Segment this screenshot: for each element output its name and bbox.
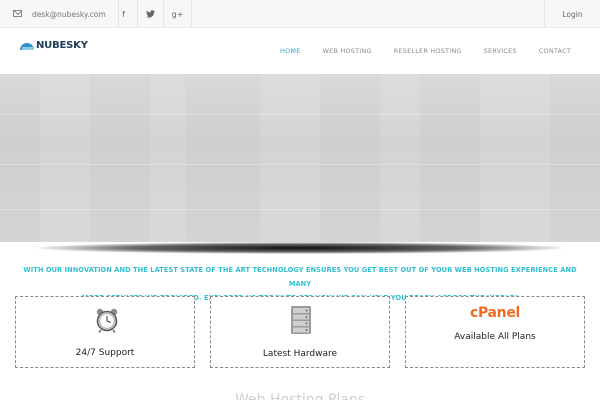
hero-rack-shade	[480, 74, 550, 242]
site-logo[interactable]: NUBESKY	[20, 40, 88, 51]
nav-services[interactable]: SERVICES	[473, 47, 528, 55]
feature-box-cpanel: cPanel Available All Plans	[405, 296, 585, 368]
nav-reseller-hosting[interactable]: RESELLER HOSTING	[383, 47, 473, 55]
nav-menu: HOME WEB HOSTING RESELLER HOSTING SERVIC…	[269, 28, 582, 74]
nav-home[interactable]: HOME	[269, 47, 312, 55]
email-text: desk@nubesky.com	[32, 9, 106, 19]
hero-shadow	[0, 242, 600, 260]
nav-web-hosting[interactable]: WEB HOSTING	[312, 47, 383, 55]
facebook-icon[interactable]: f	[110, 0, 138, 28]
feature-box-support: 24/7 Support	[15, 296, 195, 368]
top-bar: desk@nubesky.com f g+ Login	[0, 0, 600, 28]
feature-label-hardware: Latest Hardware	[262, 349, 338, 359]
alarm-clock-icon	[96, 308, 118, 333]
hero-rack-shade	[40, 74, 90, 242]
envelope-icon	[13, 10, 22, 17]
twitter-icon[interactable]	[138, 0, 164, 28]
cpanel-logo: cPanel	[469, 305, 521, 321]
tagline-line-1: WITH OUR INNOVATION AND THE LATEST STATE…	[23, 266, 577, 288]
feature-box-hardware: Latest Hardware	[210, 296, 390, 368]
logo-text: NUBESKY	[36, 40, 88, 51]
hero-rack-shade	[260, 74, 320, 242]
server-icon	[291, 306, 311, 334]
hero-line	[0, 209, 600, 210]
google-plus-icon[interactable]: g+	[164, 0, 192, 28]
hero-rack-shade	[380, 74, 420, 242]
twitter-bird-icon	[146, 10, 155, 18]
hero-banner	[0, 74, 600, 242]
nav-contact[interactable]: CONTACT	[528, 47, 582, 55]
hero-rack-shade	[150, 74, 185, 242]
main-navbar: NUBESKY HOME WEB HOSTING RESELLER HOSTIN…	[0, 28, 600, 74]
login-link[interactable]: Login	[544, 0, 600, 28]
cloud-logo-icon	[20, 41, 36, 51]
feature-label-cpanel: Available All Plans	[454, 332, 536, 342]
hero-line	[0, 114, 600, 115]
hero-line	[0, 164, 600, 165]
section-title: Web Hosting Plans	[234, 392, 366, 400]
feature-label-support: 24/7 Support	[75, 348, 135, 358]
contact-email[interactable]: desk@nubesky.com	[0, 0, 119, 28]
